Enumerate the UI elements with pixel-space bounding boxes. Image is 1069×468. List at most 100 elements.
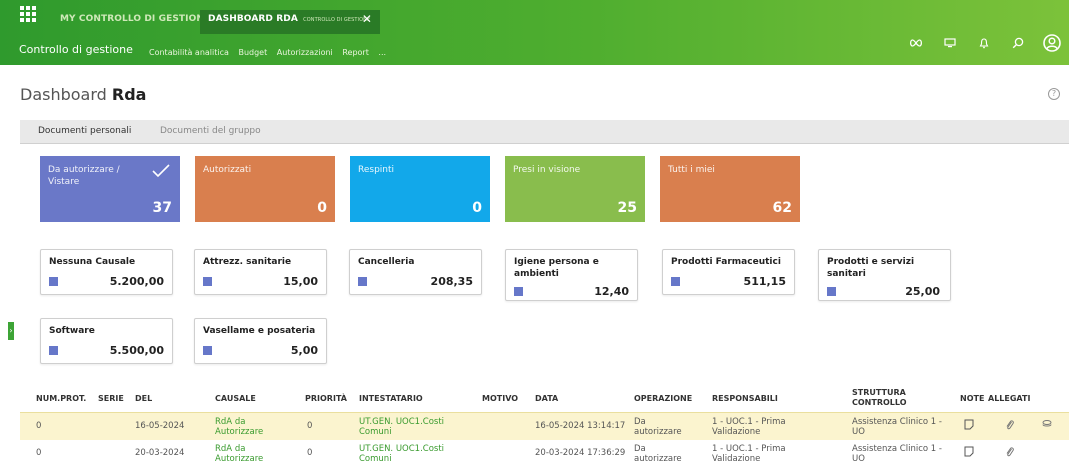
tile-autorizzati[interactable]: Autorizzati 0 <box>195 156 335 222</box>
card-prodotti-farmaceutici[interactable]: Prodotti Farmaceutici 511,15 <box>662 249 795 295</box>
col-data[interactable]: DATA <box>535 394 558 404</box>
card-attrezz-sanitarie[interactable]: Attrezz. sanitarie 15,00 <box>194 249 327 295</box>
menu-budget[interactable]: Budget <box>238 48 267 57</box>
card-software[interactable]: Software 5.500,00 <box>40 318 173 364</box>
legend-square <box>827 287 836 296</box>
col-allegati[interactable]: ALLEGATI <box>988 394 1030 404</box>
legend-square <box>203 277 212 286</box>
card-vasellame[interactable]: Vasellame e posateria 5,00 <box>194 318 327 364</box>
page-title-bold: Rda <box>111 85 147 104</box>
search-icon[interactable] <box>1001 26 1035 60</box>
card-igiene[interactable]: Igiene persona e ambienti 12,40 <box>505 249 638 301</box>
legend-square <box>49 277 58 286</box>
bell-icon[interactable] <box>967 26 1001 60</box>
page-title-prefix: Dashboard <box>20 85 107 104</box>
paperclip-icon[interactable] <box>1005 419 1014 434</box>
tab-documenti-gruppo[interactable]: Documenti del gruppo <box>160 126 261 136</box>
menu-contabilita[interactable]: Contabilità analitica <box>149 48 229 57</box>
app-tab-dashboard-rda[interactable]: DASHBOARD RDA CONTROLLO DI GESTIONE ✕ <box>200 10 380 34</box>
cell-intestatario[interactable]: UT.GEN. UOC1.Costi Comuni <box>359 444 469 464</box>
col-note[interactable]: NOTE <box>960 394 984 404</box>
col-operazione[interactable]: OPERAZIONE <box>634 394 692 404</box>
page-title: Dashboard Rda <box>20 85 146 104</box>
close-tab-icon[interactable]: ✕ <box>362 12 372 26</box>
col-causale[interactable]: CAUSALE <box>215 394 256 404</box>
legend-square <box>49 346 58 355</box>
card-nessuna-causale[interactable]: Nessuna Causale 5.200,00 <box>40 249 173 295</box>
card-prodotti-servizi-sanitari[interactable]: Prodotti e servizi sanitari 25,00 <box>818 249 951 301</box>
card-label: Cancelleria <box>358 257 415 267</box>
cell-intestatario[interactable]: UT.GEN. UOC1.Costi Comuni <box>359 417 469 437</box>
card-value: 5,00 <box>290 344 318 357</box>
tile-presi-in-visione[interactable]: Presi in visione 25 <box>505 156 645 222</box>
sidebar-toggle-handle[interactable]: › <box>8 322 14 340</box>
cell-num: 0 <box>36 448 42 458</box>
legend-square <box>671 277 680 286</box>
tile-value: 37 <box>152 200 172 216</box>
paperclip-icon[interactable] <box>1005 446 1014 461</box>
tile-label: Respinti <box>358 165 395 175</box>
col-motivo[interactable]: MOTIVO <box>482 394 518 404</box>
table-header: NUM.PROT. SERIE DEL CAUSALE PRIORITÀ INT… <box>20 386 1069 412</box>
stack-icon[interactable] <box>1042 419 1052 432</box>
tile-label: Autorizzati <box>203 165 252 175</box>
app-tab-label: DASHBOARD RDA <box>208 14 298 24</box>
tile-tutti-i-miei[interactable]: Tutti i miei 62 <box>660 156 800 222</box>
tab-strip: Documenti personali Documenti del gruppo <box>20 120 1069 144</box>
cell-num: 0 <box>36 421 42 431</box>
note-icon[interactable] <box>964 446 974 460</box>
tile-value: 25 <box>617 200 637 216</box>
menu-more[interactable]: ... <box>378 48 386 57</box>
legend-square <box>358 277 367 286</box>
top-icons <box>899 26 1069 60</box>
tile-da-autorizzare[interactable]: Da autorizzare / Vistare 37 <box>40 156 180 222</box>
monitor-icon[interactable] <box>933 26 967 60</box>
card-label: Igiene persona e ambienti <box>514 257 599 279</box>
card-label: Attrezz. sanitarie <box>203 257 292 267</box>
tile-respinti[interactable]: Respinti 0 <box>350 156 490 222</box>
main-menu: Contabilità analitica Budget Autorizzazi… <box>149 48 393 57</box>
legend-square <box>203 346 212 355</box>
cell-priorita: 0 <box>307 448 313 458</box>
card-value: 208,35 <box>430 275 473 288</box>
table-row[interactable]: 0 20-03-2024 RdA da Autorizzare 0 UT.GEN… <box>20 440 1069 468</box>
col-responsabili[interactable]: RESPONSABILI <box>712 394 778 404</box>
cell-causale[interactable]: RdA da Autorizzare <box>215 417 275 437</box>
card-label: Vasellame e posateria <box>203 326 316 336</box>
brand-title: Controllo di gestione <box>19 43 133 56</box>
tile-label: Da autorizzare / Vistare <box>48 165 120 187</box>
tile-value: 62 <box>772 200 792 216</box>
cell-priorita: 0 <box>307 421 313 431</box>
col-del[interactable]: DEL <box>135 394 152 404</box>
app-tab-my-controllo[interactable]: MY CONTROLLO DI GESTIONE <box>60 14 210 24</box>
apps-grid-icon[interactable] <box>20 6 36 22</box>
menu-autorizzazioni[interactable]: Autorizzazioni <box>277 48 333 57</box>
infinity-icon[interactable] <box>899 26 933 60</box>
cell-del: 16-05-2024 <box>135 421 185 431</box>
cell-struttura: Assistenza Clinico 1 - UO <box>852 444 942 464</box>
cell-responsabili: 1 - UOC.1 - Prima Validazione <box>712 417 786 437</box>
cell-data: 20-03-2024 17:36:29 <box>535 448 626 458</box>
card-value: 15,00 <box>283 275 318 288</box>
col-serie[interactable]: SERIE <box>98 394 124 404</box>
cell-struttura: Assistenza Clinico 1 - UO <box>852 417 942 437</box>
card-label: Software <box>49 326 95 336</box>
cell-operazione: Da autorizzare <box>634 444 682 464</box>
col-num-prot[interactable]: NUM.PROT. <box>36 394 86 404</box>
col-struttura-controllo[interactable]: STRUTTURA CONTROLLO <box>852 388 912 408</box>
table-row[interactable]: 0 16-05-2024 RdA da Autorizzare 0 UT.GEN… <box>20 412 1069 440</box>
card-value: 5.500,00 <box>109 344 164 357</box>
col-intestatario[interactable]: INTESTATARIO <box>359 394 423 404</box>
card-cancelleria[interactable]: Cancelleria 208,35 <box>349 249 482 295</box>
cell-operazione: Da autorizzare <box>634 417 682 437</box>
cell-causale[interactable]: RdA da Autorizzare <box>215 444 275 464</box>
top-bar: MY CONTROLLO DI GESTIONE DASHBOARD RDA C… <box>0 0 1069 65</box>
card-label: Prodotti e servizi sanitari <box>827 257 915 279</box>
menu-report[interactable]: Report <box>342 48 369 57</box>
col-priorita[interactable]: PRIORITÀ <box>305 394 347 404</box>
tab-documenti-personali[interactable]: Documenti personali <box>38 126 131 136</box>
user-account-icon[interactable] <box>1035 26 1069 60</box>
note-icon[interactable] <box>964 419 974 433</box>
help-icon[interactable]: ? <box>1048 88 1060 100</box>
card-value: 12,40 <box>594 285 629 298</box>
